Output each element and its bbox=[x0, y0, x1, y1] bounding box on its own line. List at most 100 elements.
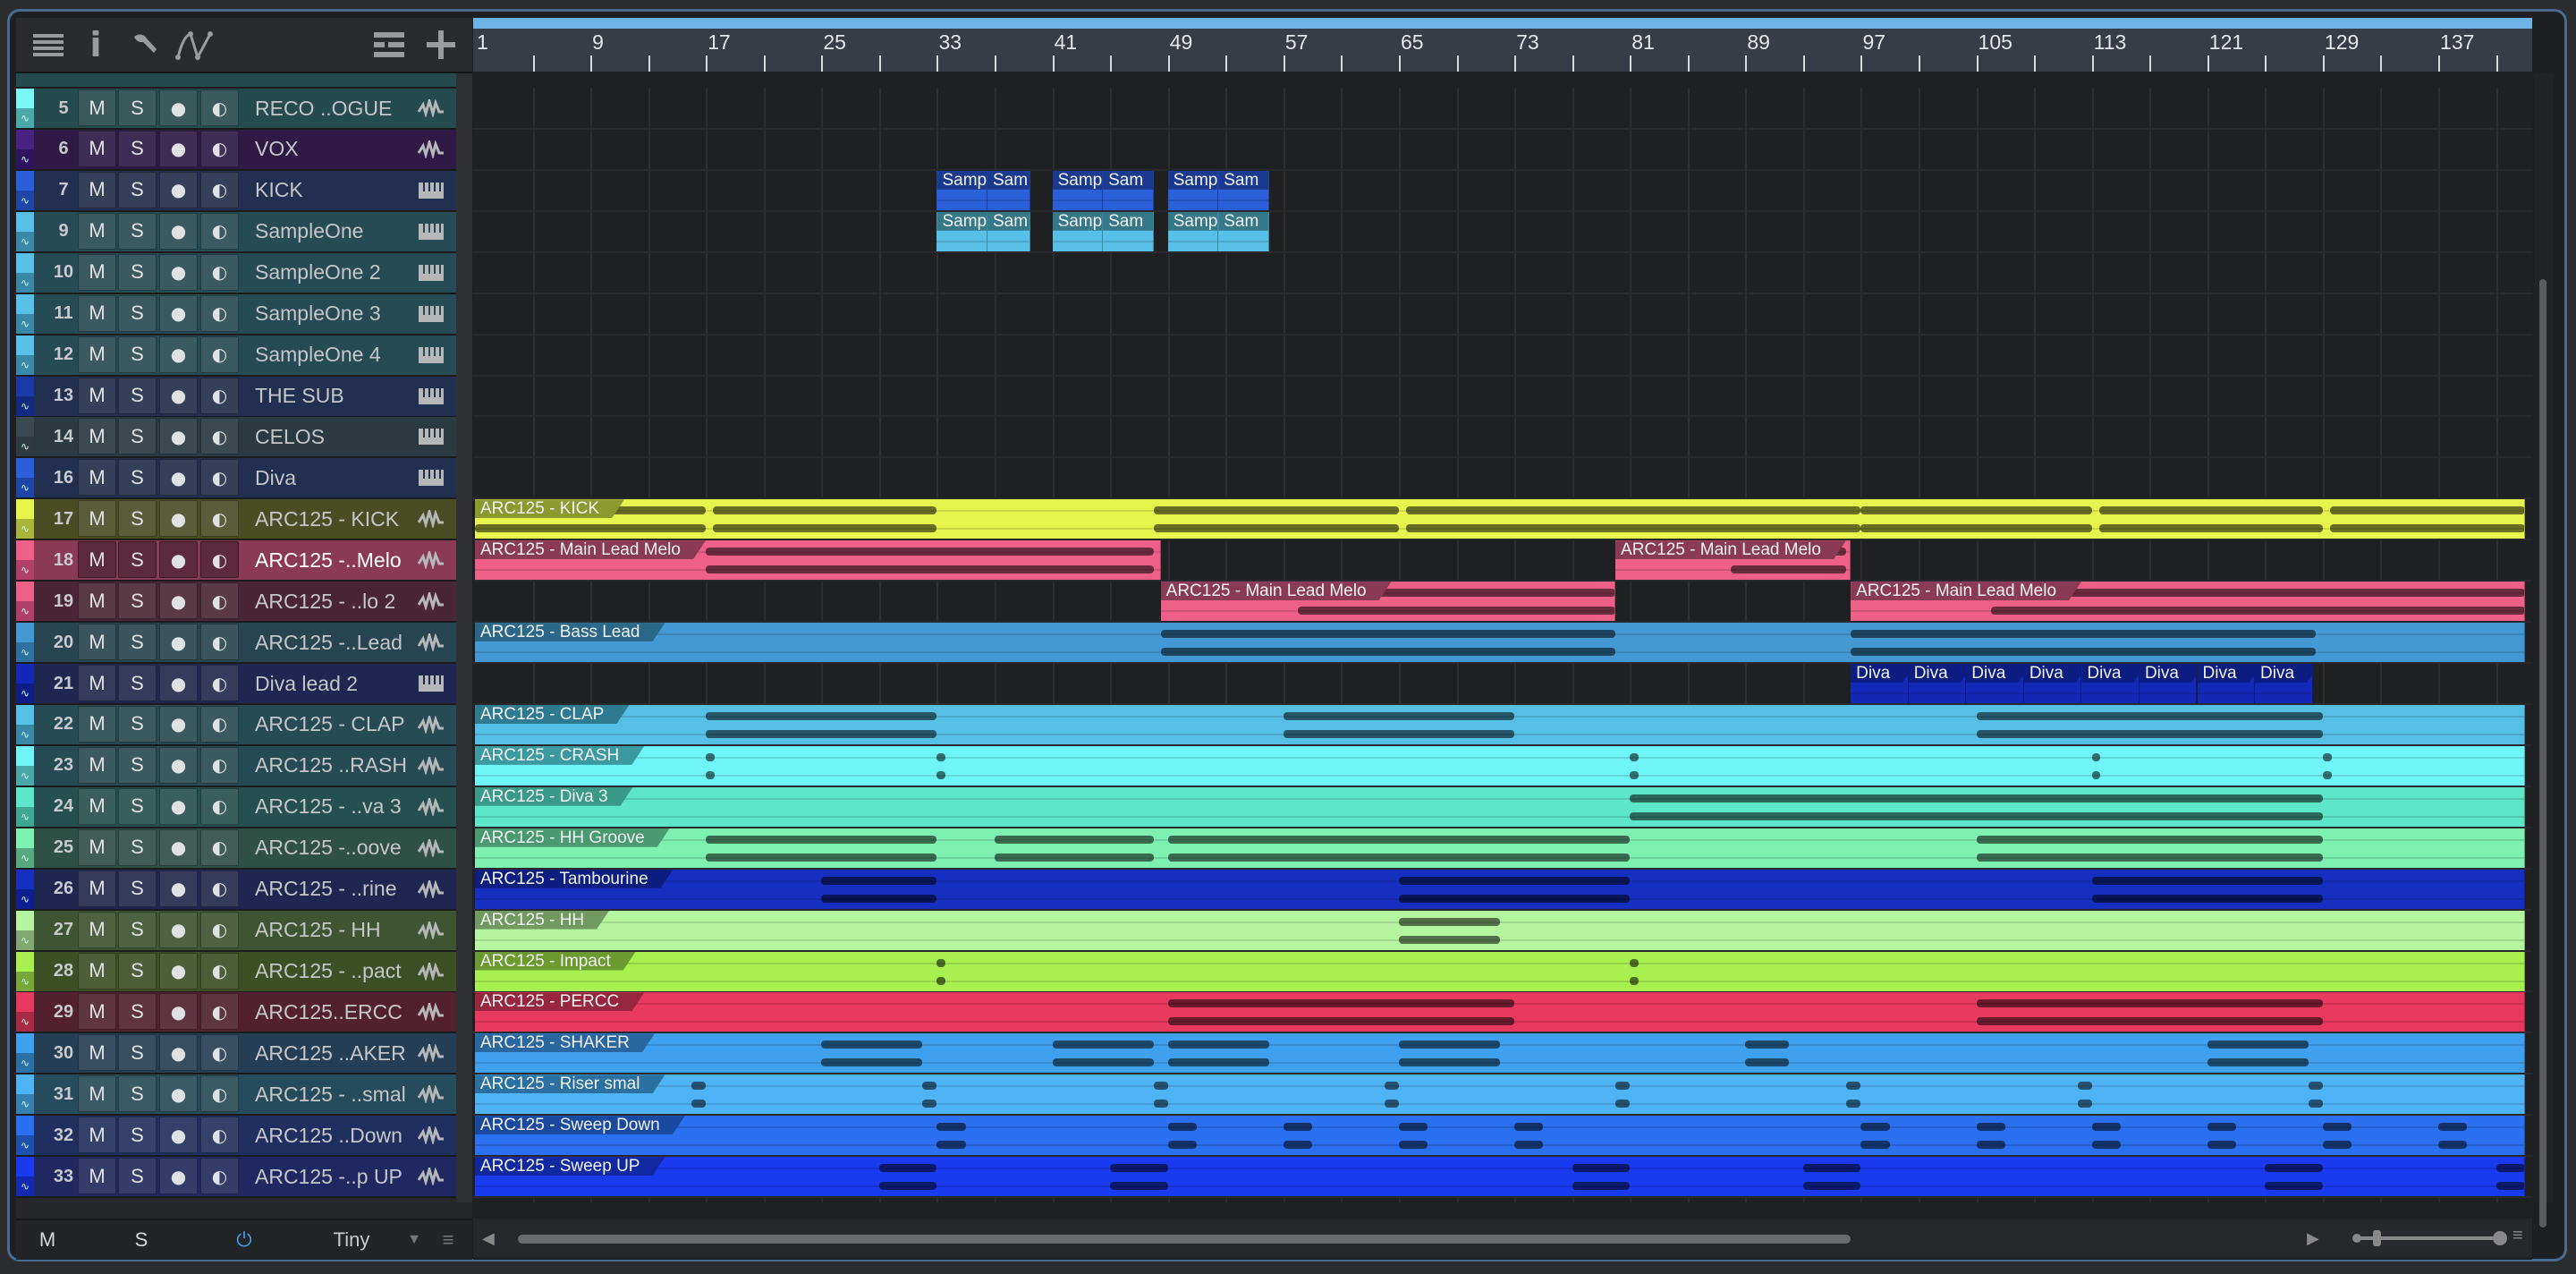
clip[interactable]: Samp bbox=[1167, 211, 1219, 251]
solo-button[interactable]: S bbox=[118, 418, 157, 455]
mute-button[interactable]: M bbox=[78, 89, 116, 126]
track-color-strip[interactable]: ∿ bbox=[16, 869, 34, 909]
clip[interactable]: Diva bbox=[2081, 664, 2140, 704]
record-arm-button[interactable]: ● bbox=[159, 870, 198, 907]
monitor-button[interactable]: ◐ bbox=[200, 1034, 239, 1072]
mute-button[interactable]: M bbox=[78, 746, 116, 784]
mute-button[interactable]: M bbox=[78, 1075, 116, 1113]
monitor-button[interactable]: ◐ bbox=[200, 377, 239, 414]
track-row[interactable]: ∿ 23 M S ● ◐ ARC125 ..RASH bbox=[16, 745, 456, 787]
track-color-strip[interactable]: ∿ bbox=[16, 417, 34, 457]
track-color-strip[interactable]: ∿ bbox=[16, 376, 34, 416]
track-lanes[interactable]: Samp Sam Samp Sam Samp Sam Samp Sam Samp Sam Samp S… bbox=[473, 73, 2532, 1202]
track-color-strip[interactable]: ∿ bbox=[16, 499, 34, 539]
automation-icon[interactable] bbox=[174, 25, 218, 64]
track-color-strip[interactable]: ∿ bbox=[16, 211, 34, 251]
track-color-swatch[interactable] bbox=[16, 828, 34, 848]
track-color-swatch[interactable] bbox=[16, 211, 34, 232]
track-color-strip[interactable]: ∿ bbox=[16, 89, 34, 128]
wrench-icon[interactable] bbox=[122, 25, 166, 64]
automation-icon[interactable]: ∿ bbox=[16, 519, 34, 539]
mute-button[interactable]: M bbox=[78, 212, 116, 250]
solo-button[interactable]: S bbox=[118, 459, 157, 497]
solo-button[interactable]: S bbox=[118, 253, 157, 291]
monitor-button[interactable]: ◐ bbox=[200, 993, 239, 1031]
track-color-swatch[interactable] bbox=[16, 992, 34, 1013]
automation-icon[interactable]: ∿ bbox=[16, 231, 34, 251]
record-arm-button[interactable]: ● bbox=[159, 1117, 198, 1154]
clip[interactable]: ARC125 - Main Lead Melo bbox=[1160, 582, 1616, 622]
monitor-button[interactable]: ◐ bbox=[200, 665, 239, 702]
clip[interactable]: ARC125 - KICK bbox=[475, 499, 2525, 539]
monitor-button[interactable]: ◐ bbox=[200, 89, 239, 126]
mute-button[interactable]: M bbox=[78, 418, 116, 455]
track-row[interactable]: ∿ 24 M S ● ◐ ARC125 - ..va 3 bbox=[16, 786, 456, 828]
clip[interactable]: Sam bbox=[1218, 170, 1269, 210]
zoom-slider[interactable] bbox=[2351, 1229, 2508, 1247]
mute-button[interactable]: M bbox=[78, 1158, 116, 1195]
track-row[interactable]: ∿ 6 M S ● ◐ VOX bbox=[16, 129, 456, 171]
clip[interactable]: ARC125 - Impact bbox=[475, 951, 2525, 991]
automation-icon[interactable]: ∿ bbox=[16, 108, 34, 128]
clip[interactable]: ARC125 - SHAKER bbox=[475, 1033, 2525, 1074]
solo-button[interactable]: S bbox=[118, 377, 157, 414]
monitor-button[interactable]: ◐ bbox=[200, 253, 239, 291]
mute-button[interactable]: M bbox=[78, 377, 116, 414]
record-arm-button[interactable]: ● bbox=[159, 253, 198, 291]
automation-icon[interactable]: ∿ bbox=[16, 313, 34, 334]
track-color-swatch[interactable] bbox=[16, 664, 34, 684]
track-color-strip[interactable]: ∿ bbox=[16, 582, 34, 622]
track-row[interactable]: ∿ 7 M S ● ◐ KICK bbox=[16, 170, 456, 212]
track-row[interactable]: ∿ 18 M S ● ◐ ARC125 -..Melo bbox=[16, 540, 456, 582]
record-arm-button[interactable]: ● bbox=[159, 1158, 198, 1195]
clip[interactable]: Diva bbox=[1851, 664, 1909, 704]
record-arm-button[interactable]: ● bbox=[159, 459, 198, 497]
track-row[interactable]: ∿ 20 M S ● ◐ ARC125 -..Lead bbox=[16, 623, 456, 665]
track-row[interactable]: ∿ 27 M S ● ◐ ARC125 - HH bbox=[16, 910, 456, 952]
track-color-strip[interactable]: ∿ bbox=[16, 828, 34, 868]
record-arm-button[interactable]: ● bbox=[159, 500, 198, 538]
track-row[interactable]: ∿ 11 M S ● ◐ SampleOne 3 bbox=[16, 293, 456, 335]
record-arm-button[interactable]: ● bbox=[159, 828, 198, 866]
record-arm-button[interactable]: ● bbox=[159, 787, 198, 825]
mute-button[interactable]: M bbox=[78, 870, 116, 907]
clip[interactable]: ARC125 - Bass Lead bbox=[475, 623, 2525, 663]
clip[interactable]: Samp bbox=[1167, 170, 1219, 210]
track-color-strip[interactable]: ∿ bbox=[16, 910, 34, 950]
automation-icon[interactable]: ∿ bbox=[16, 601, 34, 622]
solo-button[interactable]: S bbox=[118, 1158, 157, 1195]
track-height-icon[interactable]: ≡ bbox=[2512, 1226, 2523, 1246]
clip[interactable]: ARC125 - Sweep Down bbox=[475, 1116, 2525, 1156]
global-mute-button[interactable]: M bbox=[16, 1220, 79, 1260]
clip[interactable]: Diva bbox=[2197, 664, 2256, 704]
monitor-button[interactable]: ◐ bbox=[200, 1158, 239, 1195]
mute-button[interactable]: M bbox=[78, 130, 116, 167]
clip[interactable]: Sam bbox=[1103, 211, 1154, 251]
monitor-button[interactable]: ◐ bbox=[200, 705, 239, 743]
track-row[interactable]: ∿ 26 M S ● ◐ ARC125 - ..rine bbox=[16, 869, 456, 911]
record-arm-button[interactable]: ● bbox=[159, 624, 198, 661]
track-color-swatch[interactable] bbox=[16, 499, 34, 520]
automation-icon[interactable]: ∿ bbox=[16, 560, 34, 581]
record-arm-button[interactable]: ● bbox=[159, 335, 198, 373]
track-color-swatch[interactable] bbox=[16, 704, 34, 725]
clip[interactable]: ARC125 - Tambourine bbox=[475, 869, 2525, 909]
track-color-strip[interactable]: ∿ bbox=[16, 664, 34, 704]
mute-button[interactable]: M bbox=[78, 1034, 116, 1072]
mute-button[interactable]: M bbox=[78, 787, 116, 825]
clip[interactable]: ARC125 - Riser smal bbox=[475, 1074, 2525, 1115]
mute-button[interactable]: M bbox=[78, 335, 116, 373]
record-arm-button[interactable]: ● bbox=[159, 993, 198, 1031]
chevron-down-icon[interactable]: ▼ bbox=[401, 1220, 428, 1260]
track-color-strip[interactable]: ∿ bbox=[16, 170, 34, 210]
track-color-swatch[interactable] bbox=[16, 1157, 34, 1177]
monitor-button[interactable]: ◐ bbox=[200, 418, 239, 455]
track-color-strip[interactable]: ∿ bbox=[16, 458, 34, 498]
automation-icon[interactable]: ∿ bbox=[16, 395, 34, 416]
clip[interactable]: Samp bbox=[936, 211, 987, 251]
clip[interactable]: Sam bbox=[987, 211, 1031, 251]
mute-button[interactable]: M bbox=[78, 828, 116, 866]
record-arm-button[interactable]: ● bbox=[159, 1034, 198, 1072]
track-row[interactable]: ∿ 16 M S ● ◐ Diva bbox=[16, 458, 456, 500]
solo-button[interactable]: S bbox=[118, 787, 157, 825]
